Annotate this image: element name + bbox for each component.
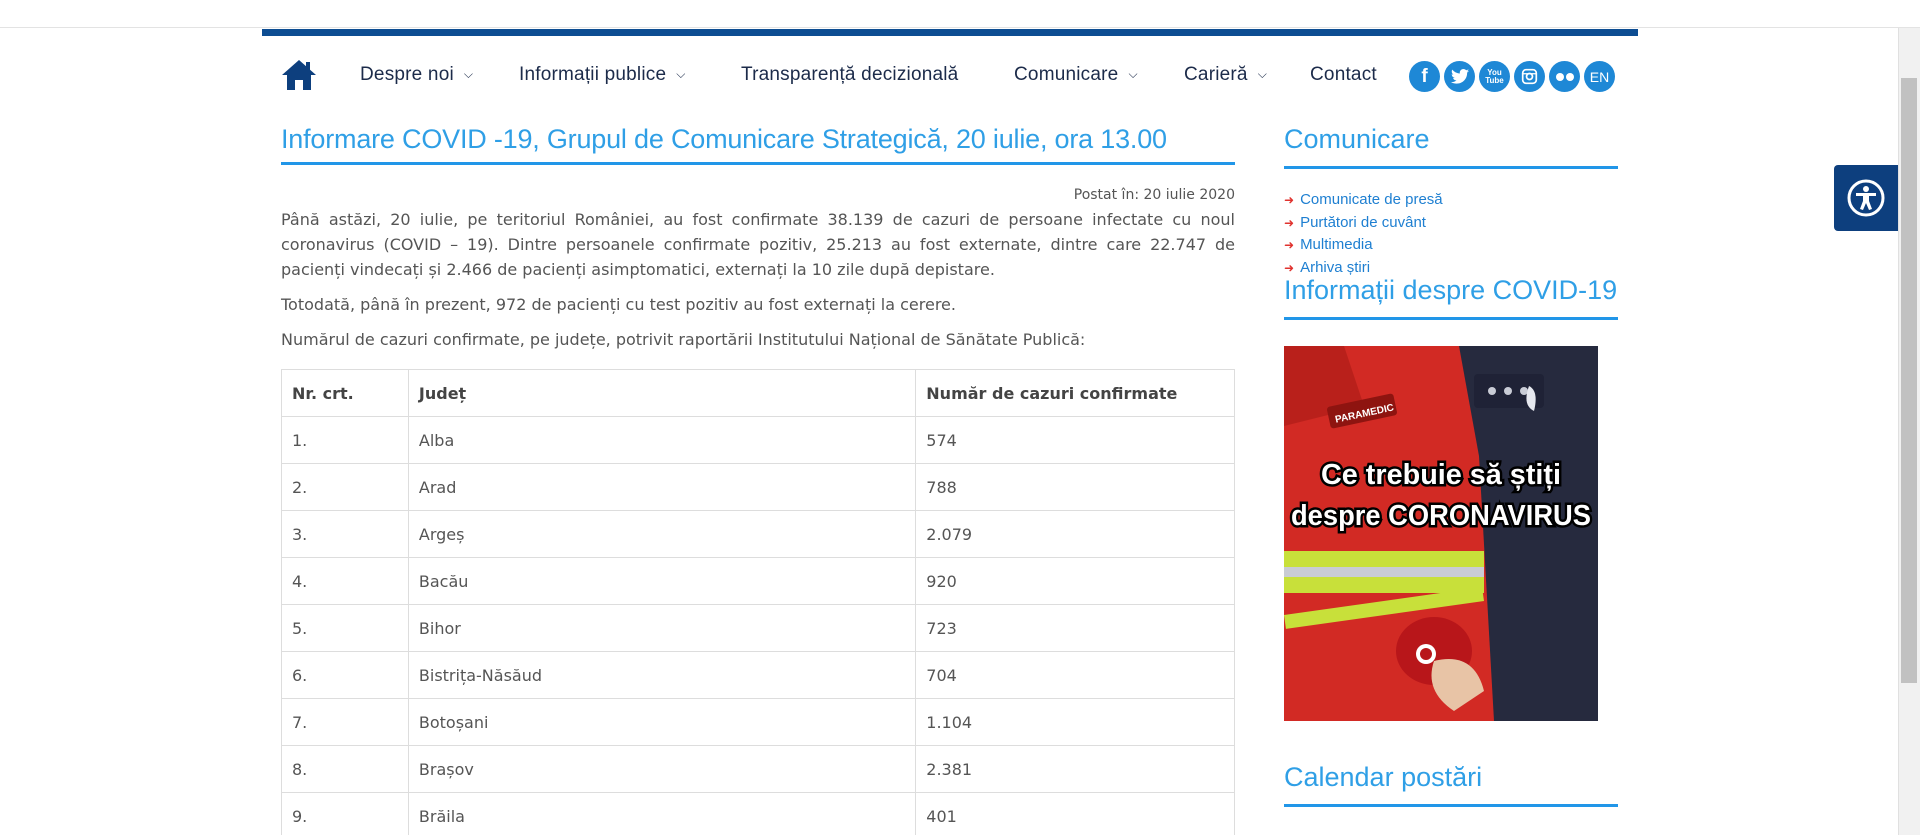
table-cell: 9. [281, 792, 409, 835]
table-row: 5. Bihor 723 [281, 604, 1235, 652]
header-accent-bar [262, 29, 1638, 36]
nav-label: Despre noi [360, 64, 454, 85]
table-cell: 704 [915, 651, 1235, 699]
sidebar-link-label: Arhiva știri [1300, 258, 1371, 276]
nav-label: Contact [1310, 64, 1377, 85]
nav-transparenta-decizionala[interactable]: Transparență decizională [741, 64, 958, 86]
arrow-right-icon: ➜ [1284, 193, 1295, 207]
table-cell: 6. [281, 651, 409, 699]
instagram-icon[interactable] [1514, 61, 1545, 92]
banner-text-line2: despre CORONAVIRUS [1291, 500, 1591, 532]
cases-table: Nr. crt. Județ Număr de cazuri confirmat… [281, 369, 1235, 835]
sidebar-calendar: Calendar postări [1284, 762, 1618, 807]
scrollbar-thumb[interactable] [1901, 78, 1917, 683]
table-row: 2. Arad 788 [281, 463, 1235, 511]
table-header: Județ [407, 369, 917, 417]
table-row: 1. Alba 574 [281, 416, 1235, 464]
nav-label: Carieră [1184, 64, 1248, 85]
accessibility-icon [1847, 179, 1885, 217]
table-cell: 574 [915, 416, 1235, 464]
sidebar-link-label: Purtători de cuvânt [1300, 213, 1426, 231]
table-cell: Argeș [407, 510, 917, 558]
table-cell: 1.104 [915, 698, 1235, 746]
youtube-icon[interactable]: You Tube [1479, 61, 1510, 92]
main-nav: Despre noi ⌵ Informații publice ⌵ Transpar… [262, 36, 1638, 118]
sidebar-comunicare: Comunicare ➜ Comunicate de presă ➜ Purtăto… [1284, 124, 1618, 279]
table-cell: 788 [915, 463, 1235, 511]
table-cell: Brăila [407, 792, 917, 835]
nav-cariera[interactable]: Carieră ⌵ [1184, 64, 1267, 86]
table-cell: 1. [281, 416, 409, 464]
table-cell: 7. [281, 698, 409, 746]
table-cell: Alba [407, 416, 917, 464]
table-cell: 2. [281, 463, 409, 511]
table-cell: Bistrița-Năsăud [407, 651, 917, 699]
language-en-button[interactable]: EN [1584, 61, 1615, 92]
nav-comunicare[interactable]: Comunicare ⌵ [1014, 64, 1138, 86]
chevron-down-icon: ⌵ [463, 67, 474, 81]
sidebar-link-purtatori[interactable]: ➜ Purtători de cuvânt [1284, 212, 1618, 235]
table-cell: 8. [281, 745, 409, 793]
sidebar-title-comunicare: Comunicare [1284, 124, 1618, 169]
table-cell: 2.381 [915, 745, 1235, 793]
table-cell: Botoșani [407, 698, 917, 746]
article-paragraph: Numărul de cazuri confirmate, pe județe,… [281, 330, 1086, 349]
sidebar-link-label: Multimedia [1300, 236, 1373, 253]
table-cell: 3. [281, 510, 409, 558]
table-cell: Bihor [407, 604, 917, 652]
table-cell: Brașov [407, 745, 917, 793]
article-paragraph: Până astăzi, 20 iulie, pe teritoriul Rom… [281, 210, 1235, 279]
facebook-icon[interactable]: f [1409, 61, 1440, 92]
sidebar-title-covid: Informații despre COVID-19 [1284, 275, 1618, 320]
sidebar-link-comunicate[interactable]: ➜ Comunicate de presă [1284, 189, 1618, 212]
table-cell: 920 [915, 557, 1235, 605]
chevron-down-icon: ⌵ [676, 67, 686, 81]
sidebar-title-calendar: Calendar postări [1284, 762, 1618, 807]
table-header: Număr de cazuri confirmate [915, 369, 1235, 417]
table-cell: 5. [281, 604, 409, 652]
nav-contact[interactable]: Contact [1310, 64, 1377, 86]
table-cell: 401 [915, 792, 1235, 835]
table-cell: Arad [407, 463, 917, 511]
table-cell: 2.079 [915, 510, 1235, 558]
table-row: 4. Bacău 920 [281, 557, 1235, 605]
covid-banner-illustration: PARAMEDIC Ce trebuie să știți despre COR… [1284, 346, 1598, 721]
arrow-right-icon: ➜ [1284, 215, 1295, 230]
nav-label: Informații publice [519, 64, 667, 85]
article-paragraph: Totodată, până în prezent, 972 de pacien… [281, 295, 956, 314]
table-cell: Bacău [407, 557, 917, 605]
table-row: 8. Brașov 2.381 [281, 745, 1235, 793]
table-row: 3. Argeș 2.079 [281, 510, 1235, 558]
table-row: 7. Botoșani 1.104 [281, 698, 1235, 746]
flickr-icon[interactable] [1549, 61, 1580, 92]
sidebar-covid: Informații despre COVID-19 [1284, 275, 1618, 320]
covid-info-banner[interactable]: PARAMEDIC Ce trebuie să știți despre COR… [1284, 346, 1598, 721]
posted-date: Postat în: 20 iulie 2020 [1073, 187, 1235, 203]
sidebar-link-label: Comunicate de presă [1300, 191, 1443, 208]
article: Informare COVID -19, Grupul de Comunicar… [281, 118, 1235, 352]
table-row: 6. Bistrița-Năsăud 704 [281, 651, 1235, 699]
home-icon[interactable] [280, 58, 318, 92]
sidebar-links: ➜ Comunicate de presă ➜ Purtători de cuvân… [1284, 189, 1618, 279]
table-cell: 4. [281, 557, 409, 605]
arrow-right-icon: ➜ [1284, 260, 1295, 275]
banner-text-line1: Ce trebuie să știți [1321, 459, 1561, 491]
article-title: Informare COVID -19, Grupul de Comunicar… [281, 118, 1235, 165]
table-cell: 723 [915, 604, 1235, 652]
table-row: 9. Brăila 401 [281, 792, 1235, 835]
nav-informatii-publice[interactable]: Informații publice ⌵ [519, 64, 686, 86]
arrow-right-icon: ➜ [1284, 238, 1295, 252]
chevron-down-icon: ⌵ [1257, 67, 1267, 81]
nav-despre-noi[interactable]: Despre noi ⌵ [360, 64, 473, 86]
browser-top-border [0, 27, 1920, 28]
accessibility-button[interactable] [1834, 165, 1898, 231]
nav-label: Comunicare [1014, 64, 1119, 85]
table-header: Nr. crt. [281, 369, 409, 417]
nav-label: Transparență decizională [741, 64, 959, 85]
twitter-icon[interactable] [1444, 61, 1475, 92]
sidebar-link-multimedia[interactable]: ➜ Multimedia [1284, 234, 1618, 257]
table-header-row: Nr. crt. Județ Număr de cazuri confirmat… [281, 369, 1235, 417]
chevron-down-icon: ⌵ [1128, 67, 1138, 81]
